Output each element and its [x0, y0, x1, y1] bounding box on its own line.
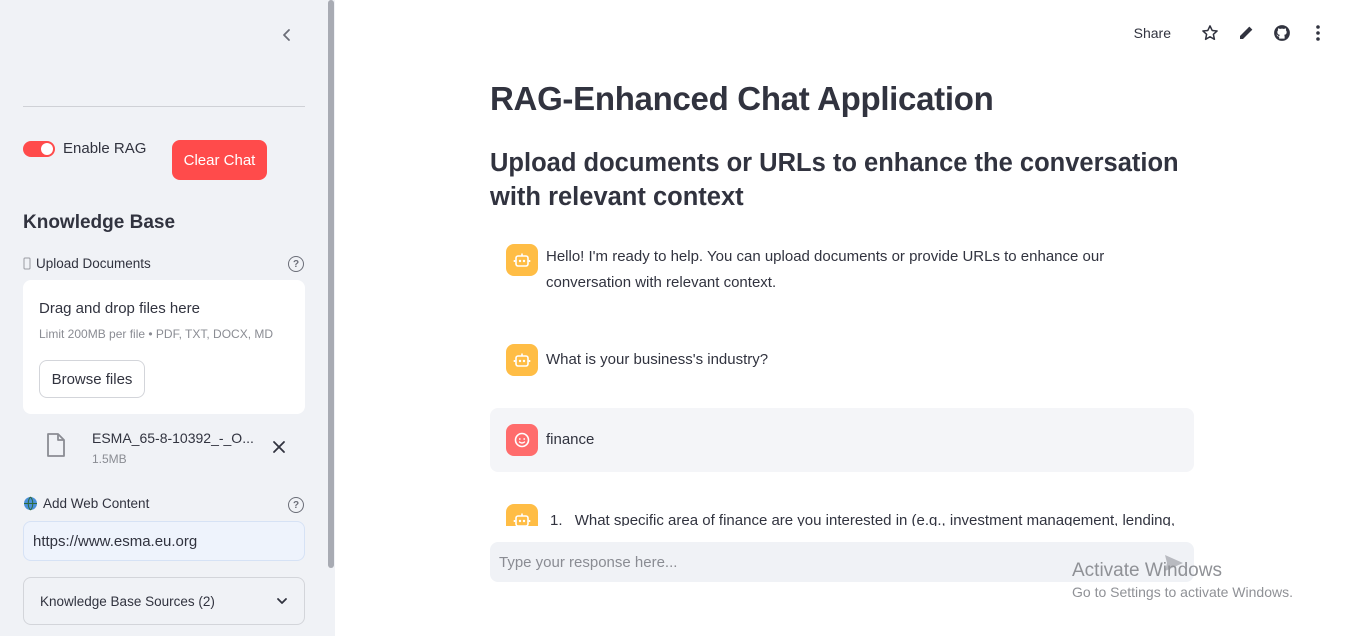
message-text: What is your business's industry? [546, 351, 769, 368]
chevron-left-icon [283, 29, 290, 41]
sidebar-scrollbar[interactable] [328, 0, 334, 568]
enable-rag-toggle-row: Enable RAG [23, 140, 146, 157]
list-number: 1. [550, 512, 563, 526]
star-icon[interactable] [1199, 22, 1221, 44]
page-title: RAG-Enhanced Chat Application [490, 80, 994, 117]
file-icon [45, 432, 67, 463]
browse-files-button[interactable]: Browse files [39, 360, 145, 398]
message-text: What specific area of finance are you in… [574, 512, 1176, 526]
globe-icon [23, 496, 38, 511]
sidebar-divider [23, 106, 305, 107]
message-text: finance [546, 431, 595, 448]
more-vertical-icon[interactable] [1307, 22, 1329, 44]
remove-file-button[interactable] [269, 437, 289, 457]
upload-documents-label-row: Upload Documents [23, 256, 151, 271]
add-web-content-label: Add Web Content [43, 496, 150, 511]
header-toolbar: Share [1134, 22, 1329, 44]
knowledge-base-sources-label: Knowledge Base Sources (2) [40, 593, 215, 609]
edit-icon[interactable] [1235, 22, 1257, 44]
url-input[interactable] [23, 521, 305, 561]
page-subtitle: Upload documents or URLs to enhance the … [490, 149, 1179, 211]
chat-message-user: finance [490, 408, 1194, 472]
watermark-subtitle: Go to Settings to activate Windows. [1072, 584, 1293, 600]
upload-documents-label: Upload Documents [36, 256, 151, 271]
uploaded-file-item: ESMA_65-8-10392_-_O... 1.5MB [23, 424, 305, 472]
file-size: 1.5MB [92, 452, 127, 466]
add-web-content-label-row: Add Web Content [23, 496, 149, 511]
toggle-knob [41, 142, 53, 155]
dropzone-limit: Limit 200MB per file • PDF, TXT, DOCX, M… [39, 327, 274, 341]
chat-message: Hello! I'm ready to help. You can upload… [490, 242, 1194, 302]
enable-rag-toggle[interactable] [23, 140, 55, 157]
message-text: Hello! I'm ready to help. You can upload… [546, 248, 1105, 291]
web-help-icon[interactable]: ? [288, 497, 304, 513]
message-list-item: 1. What specific area of finance are you… [550, 512, 1175, 526]
watermark-title: Activate Windows [1072, 560, 1222, 581]
enable-rag-label: Enable RAG [63, 140, 147, 157]
user-avatar-icon [506, 424, 538, 456]
clear-chat-button[interactable]: Clear Chat [172, 140, 267, 180]
file-name: ESMA_65-8-10392_-_O... [92, 430, 254, 446]
collapse-sidebar-button[interactable] [276, 24, 298, 46]
github-icon[interactable] [1271, 22, 1293, 44]
dropzone-title: Drag and drop files here [39, 300, 200, 317]
document-icon [23, 257, 31, 270]
chat-message: What is your business's industry? [490, 344, 1194, 376]
chat-message: 1. What specific area of finance are you… [490, 504, 1194, 526]
file-dropzone[interactable]: Drag and drop files here Limit 200MB per… [23, 280, 305, 414]
windows-activation-watermark: Activate Windows Go to Settings to activ… [1072, 560, 1293, 600]
sidebar: Enable RAG Clear Chat Knowledge Base Upl… [0, 0, 335, 636]
bot-avatar-icon [506, 504, 538, 526]
share-button[interactable]: Share [1134, 25, 1171, 41]
chevron-down-icon [277, 598, 287, 604]
knowledge-base-heading: Knowledge Base [23, 212, 176, 233]
close-icon [273, 441, 285, 453]
chat-message-list: Hello! I'm ready to help. You can upload… [490, 230, 1194, 526]
upload-help-icon[interactable]: ? [288, 256, 304, 272]
knowledge-base-sources-expander[interactable]: Knowledge Base Sources (2) [23, 577, 305, 625]
bot-avatar-icon [506, 244, 538, 276]
bot-avatar-icon [506, 344, 538, 376]
